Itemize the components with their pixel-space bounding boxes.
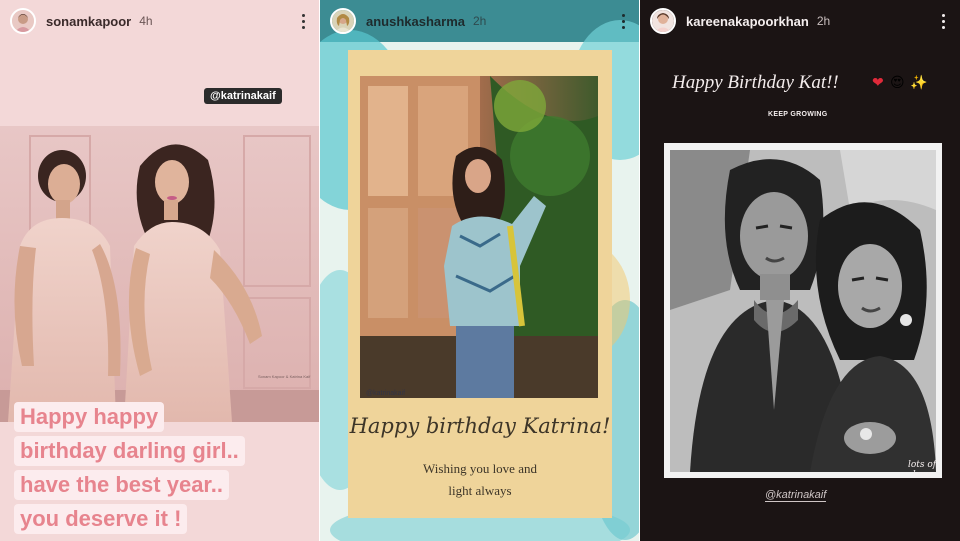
story-panel-sonamkapoor[interactable]: sonamkapoor 4h @katrinakaif Sonam Kapoor…	[0, 0, 320, 541]
story-photo	[360, 76, 598, 398]
sticker-line: lots of	[908, 460, 937, 470]
more-vertical-icon[interactable]	[936, 11, 950, 31]
story-header: sonamkapoor 4h	[10, 8, 310, 34]
story-photo	[670, 150, 936, 472]
story-header: kareenakapoorkhan 2h	[650, 8, 950, 34]
caption-line: you deserve it !	[14, 504, 188, 534]
photo-tag[interactable]: @katrinakaif	[366, 390, 405, 397]
heart-eyes-emoji: 😍	[890, 74, 905, 90]
timestamp: 2h	[473, 14, 487, 28]
caption-line: have the best year..	[14, 470, 229, 500]
caption-text: Happy happy birthday darling girl.. have…	[14, 402, 314, 538]
caption-line: Happy happy	[14, 402, 165, 432]
caption-line: birthday darling girl..	[14, 436, 245, 466]
lots-of-love-sticker: lots of love	[908, 460, 936, 480]
card-subtext: light always	[448, 483, 512, 498]
photo-credit: Sonam Kapoor & Katrina Kaif	[258, 374, 311, 379]
username[interactable]: sonamkapoor	[46, 14, 131, 29]
story-title: Happy Birthday Kat!!	[672, 72, 839, 93]
sparkles-emoji: ✨	[910, 74, 928, 90]
heart-emoji: ❤	[872, 74, 884, 90]
story-panel-anushkasharma[interactable]: anushkasharma 2h @katrinakaif Happy birt…	[320, 0, 640, 541]
keep-growing-sticker: KEEP GROWING	[768, 111, 828, 118]
more-vertical-icon[interactable]	[296, 11, 310, 31]
avatar[interactable]	[330, 8, 356, 34]
story-header: anushkasharma 2h	[330, 8, 630, 34]
more-vertical-icon[interactable]	[616, 11, 630, 31]
mention-sticker[interactable]: @katrinakaif	[765, 489, 827, 502]
timestamp: 4h	[139, 14, 153, 28]
timestamp: 2h	[816, 14, 831, 28]
card-headline: Happy birthday Katrina!	[349, 414, 611, 438]
mention-sticker[interactable]: @katrinakaif	[204, 88, 282, 104]
card-subtext: Wishing you love and	[423, 461, 537, 476]
username[interactable]: kareenakapoorkhan	[686, 14, 809, 29]
username[interactable]: anushkasharma	[366, 14, 465, 29]
story-panel-kareenakapoorkhan[interactable]: kareenakapoorkhan 2h Happy Birthday Kat!…	[640, 0, 960, 541]
sticker-line: love	[912, 470, 932, 480]
avatar[interactable]	[650, 8, 676, 34]
avatar[interactable]	[10, 8, 36, 34]
